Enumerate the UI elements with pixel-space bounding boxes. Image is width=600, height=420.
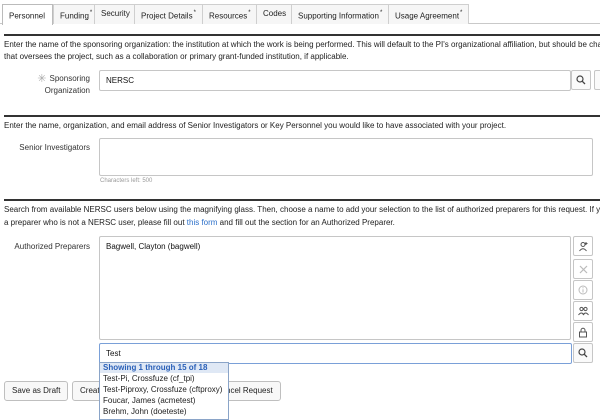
tab-project-details[interactable]: Project Details* (134, 4, 203, 24)
lock-icon (579, 327, 587, 337)
tab-bar: Personnel Funding* Security Project Deta… (0, 4, 600, 25)
preparer-search-input[interactable]: Test (99, 343, 572, 364)
tab-usage-agreement[interactable]: Usage Agreement* (388, 4, 470, 24)
close-icon (579, 265, 587, 273)
tab-label: Supporting Information (298, 11, 379, 21)
save-draft-button[interactable]: Save as Draft (4, 381, 69, 401)
tab-supporting-information[interactable]: Supporting Information* (291, 4, 390, 24)
users-icon (577, 306, 589, 316)
dropdown-header: Showing 1 through 15 of 18 (100, 363, 228, 373)
preparers-description-text: a preparer who is not a NERSC user, plea… (4, 218, 187, 227)
characters-left: Characters left: 500 (100, 178, 153, 184)
tab-label: Funding (60, 11, 89, 21)
tab-codes[interactable]: Codes (256, 4, 294, 24)
required-mark: * (379, 10, 383, 16)
section-divider (4, 199, 600, 201)
preparers-label: Authorized Preparers (14, 242, 90, 251)
group-button[interactable] (573, 301, 593, 321)
autocomplete-dropdown: Showing 1 through 15 of 18 Test-Pi, Cros… (99, 362, 229, 420)
sponsor-extra-button[interactable] (594, 70, 600, 90)
tab-security[interactable]: Security (94, 4, 137, 24)
tab-label: Project Details (141, 11, 193, 21)
required-mark: * (89, 10, 93, 16)
required-mark: * (193, 10, 196, 16)
info-icon (578, 285, 588, 295)
tab-label: Personnel (9, 11, 46, 21)
required-icon: ✳ (37, 73, 47, 85)
sponsor-label-line2: Organization (44, 86, 90, 95)
sponsor-description-line2: that oversees the project, such as a col… (4, 52, 349, 61)
sponsor-description-line1: Enter the name of the sponsoring organiz… (4, 40, 600, 49)
sponsor-search-button[interactable] (571, 70, 591, 90)
dropdown-item[interactable]: Foucar, James (acmetest) (100, 395, 228, 406)
section-divider (4, 34, 600, 36)
dropdown-item[interactable]: Brehm, John (doeteste) (100, 406, 228, 417)
sponsor-value: NERSC (106, 76, 135, 85)
add-user-button[interactable] (573, 236, 593, 256)
preparers-description-text: and fill out the section for an Authoriz… (217, 218, 395, 227)
this-form-link[interactable]: this form (187, 218, 218, 227)
search-value: Test (106, 349, 121, 358)
sponsor-label-line1: Sponsoring (49, 74, 90, 83)
sponsor-input[interactable]: NERSC (99, 70, 571, 91)
tab-personnel[interactable]: Personnel (2, 4, 54, 25)
tab-label: Security (101, 9, 130, 18)
section-divider (4, 115, 600, 117)
dropdown-item[interactable]: Test-Piproxy, Crossfuze (cftproxy) (100, 384, 228, 395)
sponsor-label: ✳ Sponsoring Organization (0, 73, 90, 96)
preparers-list[interactable]: Bagwell, Clayton (bagwell) (99, 236, 571, 340)
preparers-description-line2: a preparer who is not a NERSC user, plea… (4, 217, 395, 229)
dropdown-item[interactable]: Test-Pi, Crossfuze (cf_tpi) (100, 373, 228, 384)
info-button[interactable] (573, 280, 593, 300)
tab-funding[interactable]: Funding* (53, 4, 100, 24)
lock-button[interactable] (573, 322, 593, 342)
search-icon (576, 75, 586, 85)
tab-label: Codes (263, 9, 287, 18)
senior-investigators-textarea[interactable] (99, 138, 593, 176)
remove-button[interactable] (573, 259, 593, 279)
list-item[interactable]: Bagwell, Clayton (bagwell) (106, 240, 564, 254)
required-mark: * (460, 10, 463, 16)
senior-description: Enter the name, organization, and email … (4, 121, 507, 130)
tab-label: Usage Agreement (395, 11, 460, 21)
preparers-description-line1: Search from available NERSC users below … (4, 205, 600, 214)
senior-label: Senior Investigators (19, 143, 90, 152)
preparer-search-button[interactable] (573, 343, 593, 363)
tab-label: Resources (209, 11, 248, 21)
person-add-icon (578, 241, 587, 251)
search-icon (578, 348, 588, 358)
tab-resources[interactable]: Resources* (202, 4, 258, 24)
required-mark: * (248, 10, 251, 16)
